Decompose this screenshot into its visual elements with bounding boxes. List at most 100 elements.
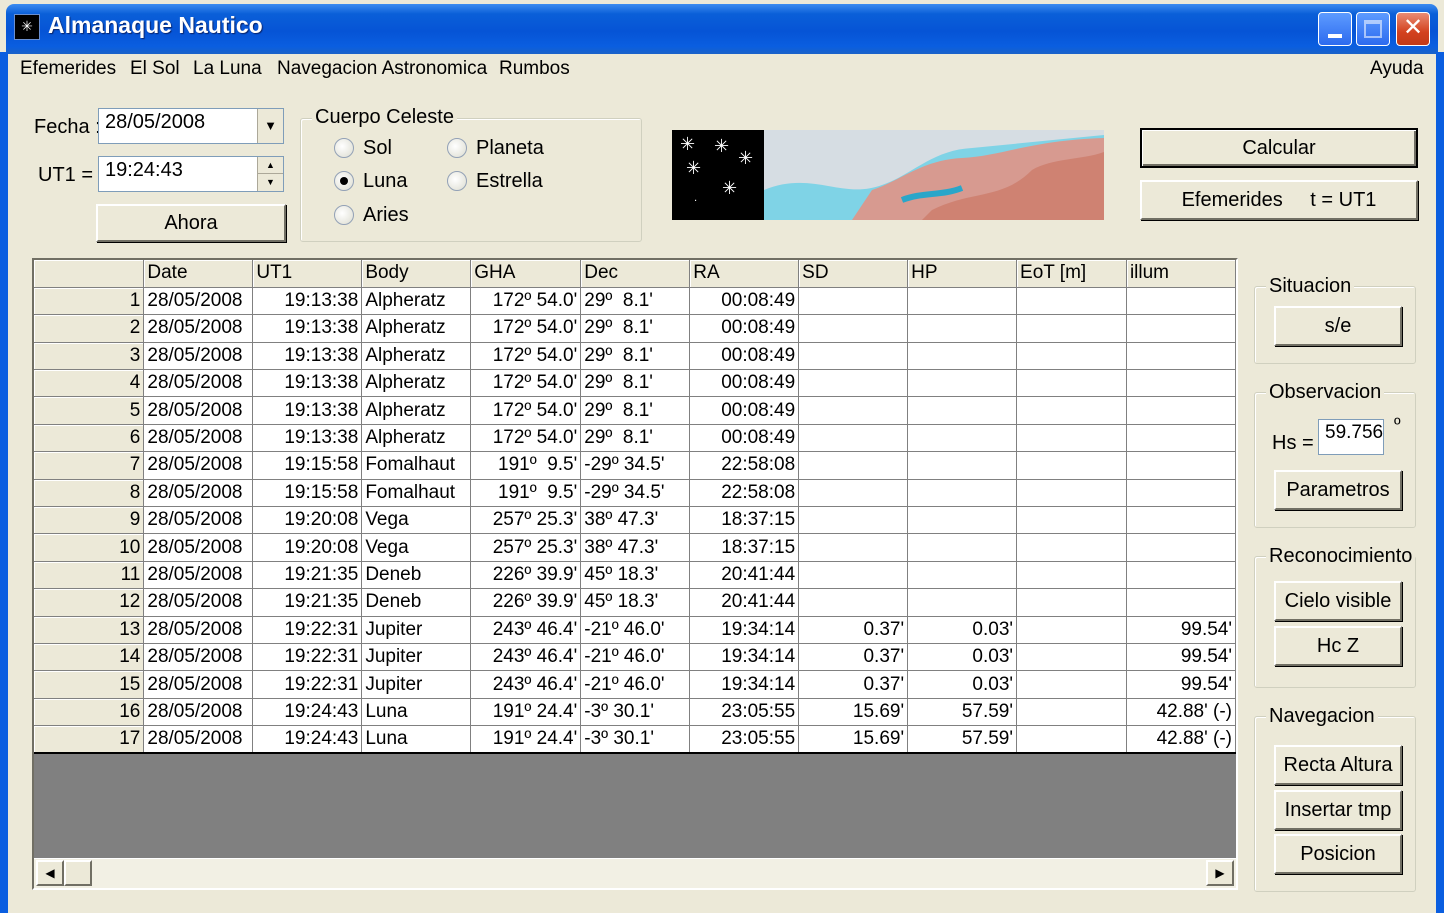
table-cell[interactable]: 19:34:14 xyxy=(689,670,800,699)
table-cell[interactable]: -29º 34.5' xyxy=(580,479,691,508)
table-cell[interactable]: 29º 8.1' xyxy=(580,342,691,371)
table-row[interactable]: 1 28/05/2008 19:13:38 Alpheratz 172º 54.0' 29… xyxy=(34,287,1236,316)
posicion-button[interactable]: Posicion xyxy=(1274,834,1402,874)
fecha-date-picker[interactable]: 28/05/2008 ▼ xyxy=(98,108,284,144)
column-header[interactable]: GHA xyxy=(470,260,582,288)
table-cell[interactable]: -29º 34.5' xyxy=(580,451,691,480)
table-cell[interactable]: 28/05/2008 xyxy=(143,643,254,672)
table-cell[interactable]: 19:34:14 xyxy=(689,643,800,672)
table-cell[interactable] xyxy=(907,424,1018,453)
table-cell[interactable]: 172º 54.0' xyxy=(470,287,582,316)
table-cell[interactable]: 18:37:15 xyxy=(689,533,800,562)
table-cell[interactable]: 19:15:58 xyxy=(252,479,363,508)
table-cell[interactable] xyxy=(907,533,1018,562)
table-cell[interactable]: 257º 25.3' xyxy=(470,533,582,562)
table-cell[interactable] xyxy=(1016,479,1127,508)
column-header[interactable]: UT1 xyxy=(252,260,363,288)
table-cell[interactable]: Deneb xyxy=(361,561,472,590)
table-cell[interactable] xyxy=(798,342,909,371)
table-cell[interactable] xyxy=(1016,643,1127,672)
table-cell[interactable]: 19:13:38 xyxy=(252,369,363,398)
table-cell[interactable]: Luna xyxy=(361,725,472,755)
table-cell[interactable] xyxy=(798,479,909,508)
row-number[interactable]: 7 xyxy=(34,451,145,480)
table-cell[interactable] xyxy=(1016,670,1127,699)
table-cell[interactable]: -21º 46.0' xyxy=(580,616,691,644)
table-cell[interactable] xyxy=(907,561,1018,590)
table-cell[interactable]: 28/05/2008 xyxy=(143,588,254,617)
table-cell[interactable]: 45º 18.3' xyxy=(580,588,691,617)
table-cell[interactable]: 28/05/2008 xyxy=(143,369,254,398)
table-row[interactable]: 5 28/05/2008 19:13:38 Alpheratz 172º 54.0' 29… xyxy=(34,396,1236,425)
table-cell[interactable]: Alpheratz xyxy=(361,287,472,316)
table-cell[interactable]: 29º 8.1' xyxy=(580,287,691,316)
scroll-left-icon[interactable]: ◀ xyxy=(36,860,64,886)
table-cell[interactable]: 172º 54.0' xyxy=(470,369,582,398)
table-cell[interactable]: 172º 54.0' xyxy=(470,314,582,343)
table-cell[interactable]: 19:21:35 xyxy=(252,561,363,590)
table-row[interactable]: 11 28/05/2008 19:21:35 Deneb 226º 39.9' 45º 1… xyxy=(34,561,1236,590)
table-cell[interactable]: 191º 9.5' xyxy=(470,479,582,508)
table-row[interactable]: 9 28/05/2008 19:20:08 Vega 257º 25.3' 38º 47.… xyxy=(34,506,1236,535)
table-cell[interactable]: 22:58:08 xyxy=(689,479,800,508)
table-cell[interactable] xyxy=(1126,533,1236,562)
table-cell[interactable]: 172º 54.0' xyxy=(470,342,582,371)
row-number[interactable]: 15 xyxy=(34,670,145,699)
table-cell[interactable] xyxy=(798,287,909,316)
ephemeris-grid[interactable]: Date UT1 Body GHA Dec RA SD HP EoT [m] illum 1 28/… xyxy=(32,258,1238,890)
table-cell[interactable]: 29º 8.1' xyxy=(580,396,691,425)
table-cell[interactable]: 0.37' xyxy=(798,643,909,672)
table-cell[interactable]: 191º 24.4' xyxy=(470,725,582,755)
table-cell[interactable]: 15.69' xyxy=(798,725,909,755)
row-number[interactable]: 11 xyxy=(34,561,145,590)
table-cell[interactable]: 28/05/2008 xyxy=(143,670,254,699)
table-cell[interactable] xyxy=(1126,342,1236,371)
table-cell[interactable] xyxy=(907,369,1018,398)
table-cell[interactable]: -21º 46.0' xyxy=(580,643,691,672)
table-cell[interactable]: Alpheratz xyxy=(361,424,472,453)
calcular-button[interactable]: Calcular xyxy=(1140,128,1418,168)
table-cell[interactable]: 00:08:49 xyxy=(689,314,800,343)
table-cell[interactable]: 0.03' xyxy=(907,670,1018,699)
table-cell[interactable] xyxy=(1016,424,1127,453)
horizontal-scrollbar[interactable] xyxy=(34,858,1236,888)
table-cell[interactable]: 20:41:44 xyxy=(689,561,800,590)
table-row[interactable]: 15 28/05/2008 19:22:31 Jupiter 243º 46.4' -21… xyxy=(34,670,1236,699)
table-cell[interactable]: 29º 8.1' xyxy=(580,314,691,343)
table-cell[interactable] xyxy=(798,314,909,343)
radio-luna[interactable] xyxy=(334,171,354,191)
table-cell[interactable]: 57.59' xyxy=(907,698,1018,727)
table-cell[interactable] xyxy=(1016,342,1127,371)
table-cell[interactable]: 172º 54.0' xyxy=(470,396,582,425)
table-cell[interactable] xyxy=(1016,506,1127,535)
row-number[interactable]: 16 xyxy=(34,698,145,727)
table-cell[interactable]: 45º 18.3' xyxy=(580,561,691,590)
table-cell[interactable] xyxy=(1016,698,1127,727)
table-cell[interactable]: 28/05/2008 xyxy=(143,287,254,316)
row-number[interactable]: 3 xyxy=(34,342,145,371)
table-cell[interactable]: 99.54' xyxy=(1126,643,1236,672)
table-cell[interactable]: 22:58:08 xyxy=(689,451,800,480)
table-cell[interactable] xyxy=(1126,588,1236,617)
table-cell[interactable]: -3º 30.1' xyxy=(580,698,691,727)
table-cell[interactable] xyxy=(1016,369,1127,398)
table-cell[interactable]: 19:24:43 xyxy=(252,725,363,755)
table-cell[interactable] xyxy=(907,479,1018,508)
row-number[interactable]: 13 xyxy=(34,616,145,644)
table-cell[interactable] xyxy=(907,287,1018,316)
menu-rumbos[interactable]: Rumbos xyxy=(499,58,570,80)
table-cell[interactable]: 18:37:15 xyxy=(689,506,800,535)
table-cell[interactable] xyxy=(907,314,1018,343)
table-cell[interactable]: 20:41:44 xyxy=(689,588,800,617)
table-cell[interactable]: 28/05/2008 xyxy=(143,725,254,755)
table-cell[interactable]: 99.54' xyxy=(1126,616,1236,644)
table-cell[interactable] xyxy=(798,424,909,453)
column-header[interactable]: Date xyxy=(143,260,254,288)
table-cell[interactable]: 00:08:49 xyxy=(689,287,800,316)
table-cell[interactable]: 19:15:58 xyxy=(252,451,363,480)
table-row[interactable]: 7 28/05/2008 19:15:58 Fomalhaut 191º 9.5' -29… xyxy=(34,451,1236,480)
table-cell[interactable]: 19:20:08 xyxy=(252,533,363,562)
table-cell[interactable]: 19:13:38 xyxy=(252,424,363,453)
spin-down-icon[interactable]: ▼ xyxy=(257,174,283,191)
row-number[interactable]: 17 xyxy=(34,725,145,755)
